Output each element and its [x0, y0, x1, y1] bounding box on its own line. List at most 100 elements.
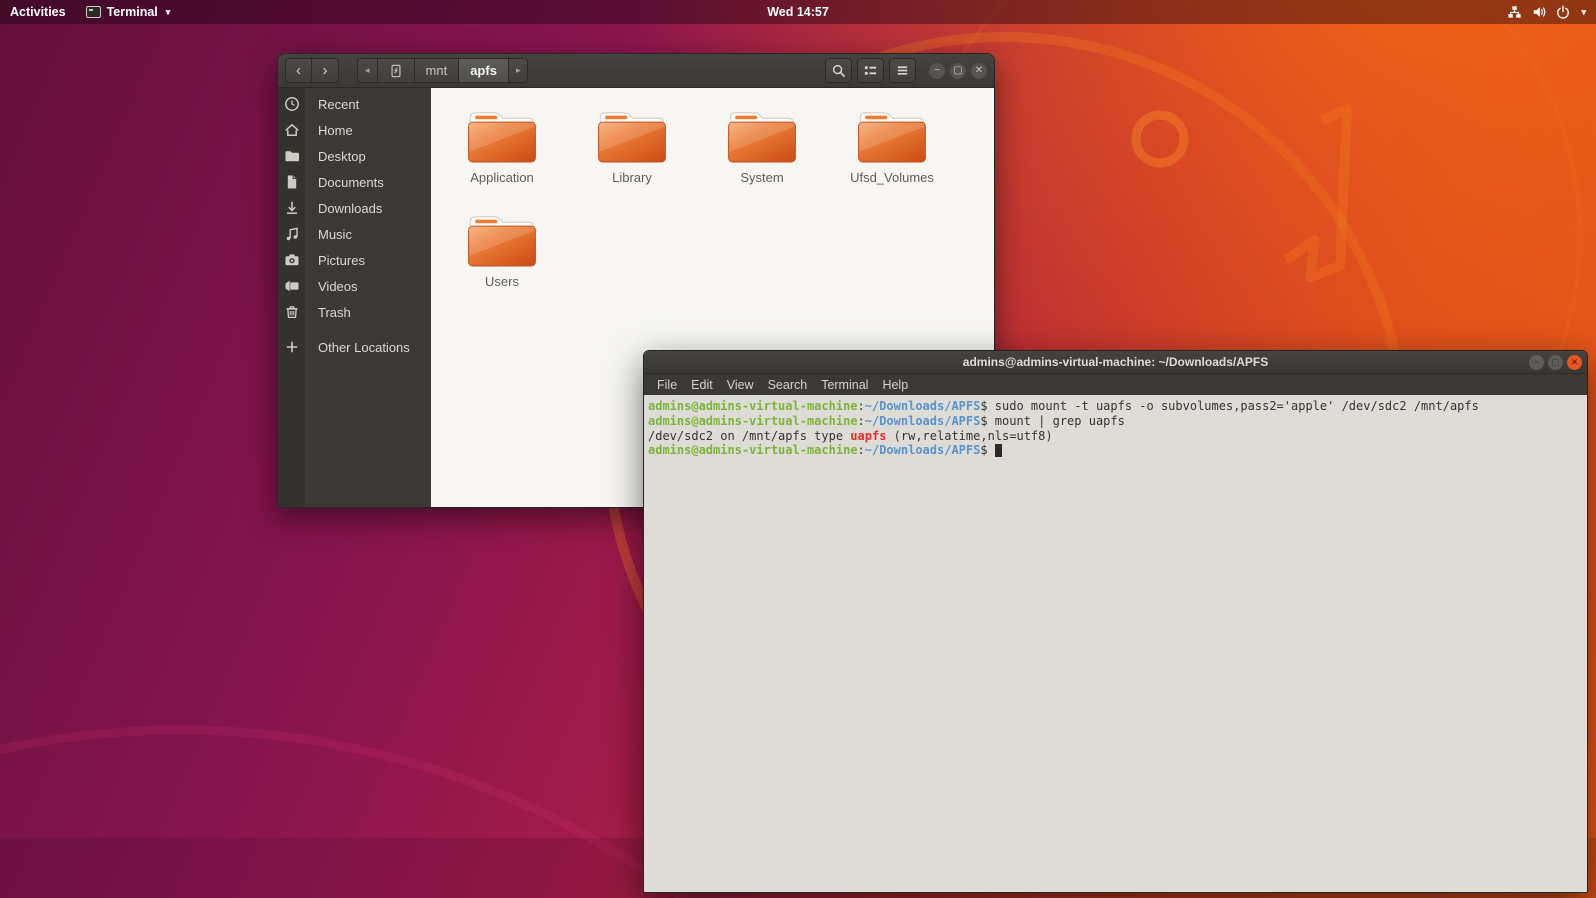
menu-view[interactable]: View	[720, 378, 761, 392]
sidebar-item-label: Documents	[318, 175, 384, 190]
terminal-text-plain: :	[858, 414, 865, 428]
terminal-text-plain: :	[858, 443, 865, 457]
path-segment-apfs[interactable]: apfs	[459, 59, 509, 82]
terminal-text-path: ~/Downloads/APFS	[865, 414, 981, 428]
menu-help[interactable]: Help	[875, 378, 915, 392]
terminal-text-user: admins@admins-virtual-machine	[648, 399, 858, 413]
terminal-line: admins@admins-virtual-machine:~/Download…	[648, 414, 1583, 429]
terminal-window-controls: − ▢ ✕	[1529, 355, 1587, 370]
sidebar-item-label: Videos	[318, 279, 358, 294]
clock[interactable]: Wed 14:57	[757, 0, 839, 24]
terminal-text-plain: $ sudo mount -t uapfs -o subvolumes,pass…	[980, 399, 1479, 413]
system-tray[interactable]: ▾	[1497, 0, 1596, 24]
sidebar-item-desktop[interactable]: Desktop	[278, 143, 431, 169]
sidebar-item-label: Home	[318, 123, 353, 138]
terminal-text-match: uapfs	[850, 429, 886, 443]
clock-icon	[284, 96, 300, 112]
desktop: Activities Terminal ▾ Wed 14:57 ▾ ‹ ›	[0, 0, 1596, 898]
app-menu-button[interactable]: Terminal ▾	[76, 0, 181, 24]
network-icon	[1507, 5, 1522, 19]
sidebar-item-label: Music	[318, 227, 352, 242]
sidebar-item-recent[interactable]: Recent	[278, 91, 431, 117]
back-button[interactable]: ‹	[285, 58, 312, 83]
sidebar-item-music[interactable]: Music	[278, 221, 431, 247]
folder-label: Library	[612, 170, 652, 185]
document-icon	[284, 174, 300, 190]
terminal-text-plain: :	[858, 399, 865, 413]
camera-icon	[284, 252, 300, 268]
terminal-title: admins@admins-virtual-machine: ~/Downloa…	[644, 355, 1587, 369]
folder-label: Ufsd_Volumes	[850, 170, 934, 185]
terminal-output[interactable]: admins@admins-virtual-machine:~/Download…	[644, 395, 1587, 892]
sidebar-item-videos[interactable]: Videos	[278, 273, 431, 299]
download-icon	[284, 200, 300, 216]
path-bar: ◂ mnt apfs ▸	[357, 58, 528, 83]
sidebar-item-trash[interactable]: Trash	[278, 299, 431, 325]
sidebar-item-label: Recent	[318, 97, 359, 112]
sidebar-item-label: Desktop	[318, 149, 366, 164]
sidebar-item-other-locations[interactable]: Other Locations	[278, 334, 431, 360]
terminal-cursor	[995, 444, 1002, 457]
close-button[interactable]: ✕	[971, 63, 987, 79]
search-icon	[831, 63, 846, 78]
music-icon	[284, 226, 300, 242]
folder-item-system[interactable]: System	[697, 105, 827, 209]
trash-icon	[284, 304, 300, 320]
view-toggle-button[interactable]	[857, 58, 884, 83]
folder-item-application[interactable]: Application	[437, 105, 567, 209]
sidebar-item-documents[interactable]: Documents	[278, 169, 431, 195]
volume-icon	[1531, 5, 1547, 19]
folder-icon	[463, 105, 541, 167]
terminal-text-user: admins@admins-virtual-machine	[648, 443, 858, 457]
files-headerbar[interactable]: ‹ › ◂ mnt apfs ▸	[278, 54, 994, 88]
folder-icon	[723, 105, 801, 167]
drive-button[interactable]	[378, 59, 415, 82]
sidebar-item-downloads[interactable]: Downloads	[278, 195, 431, 221]
folder-label: System	[740, 170, 783, 185]
sidebar-item-pictures[interactable]: Pictures	[278, 247, 431, 273]
folder-item-ufsd-volumes[interactable]: Ufsd_Volumes	[827, 105, 957, 209]
close-button[interactable]: ✕	[1567, 355, 1582, 370]
chevron-down-icon: ▾	[1581, 7, 1586, 18]
terminal-line: /dev/sdc2 on /mnt/apfs type uapfs (rw,re…	[648, 429, 1583, 444]
folder-icon	[593, 105, 671, 167]
folder-icon	[284, 148, 300, 164]
nav-buttons: ‹ ›	[285, 58, 339, 83]
folder-item-users[interactable]: Users	[437, 209, 567, 313]
terminal-text-plain: (rw,relatime,nls=utf8)	[886, 429, 1052, 443]
maximize-button[interactable]: ▢	[1548, 355, 1563, 370]
minimize-button[interactable]: −	[929, 63, 945, 79]
folder-label: Application	[470, 170, 534, 185]
folder-item-library[interactable]: Library	[567, 105, 697, 209]
menu-search[interactable]: Search	[761, 378, 815, 392]
menu-button[interactable]	[889, 58, 916, 83]
terminal-app-icon	[86, 6, 101, 18]
menu-edit[interactable]: Edit	[684, 378, 720, 392]
plus-icon	[284, 339, 300, 355]
app-menu-label: Terminal	[107, 5, 158, 19]
activities-button[interactable]: Activities	[0, 0, 76, 24]
terminal-titlebar[interactable]: admins@admins-virtual-machine: ~/Downloa…	[644, 351, 1587, 374]
sidebar-item-home[interactable]: Home	[278, 117, 431, 143]
path-scroll-left-icon[interactable]: ◂	[358, 59, 378, 82]
terminal-window: admins@admins-virtual-machine: ~/Downloa…	[643, 350, 1588, 893]
sidebar-item-label: Other Locations	[318, 340, 410, 355]
drive-icon	[389, 64, 403, 78]
files-sidebar: Recent Home Desktop Documents Downloads Music…	[278, 88, 431, 507]
terminal-line: admins@admins-virtual-machine:~/Download…	[648, 399, 1583, 414]
minimize-button[interactable]: −	[1529, 355, 1544, 370]
menu-terminal[interactable]: Terminal	[814, 378, 875, 392]
menu-file[interactable]: File	[650, 378, 684, 392]
folder-icon	[463, 209, 541, 271]
sidebar-item-label: Pictures	[318, 253, 365, 268]
folder-icon	[853, 105, 931, 167]
path-scroll-right-icon[interactable]: ▸	[509, 59, 528, 82]
path-segment-mnt[interactable]: mnt	[415, 59, 460, 82]
terminal-menubar: FileEditViewSearchTerminalHelp	[644, 374, 1587, 395]
search-button[interactable]	[825, 58, 852, 83]
forward-button[interactable]: ›	[312, 58, 339, 83]
terminal-text-user: admins@admins-virtual-machine	[648, 414, 858, 428]
home-icon	[284, 122, 300, 138]
maximize-button[interactable]: ▢	[950, 63, 966, 79]
sidebar-item-label: Downloads	[318, 201, 382, 216]
